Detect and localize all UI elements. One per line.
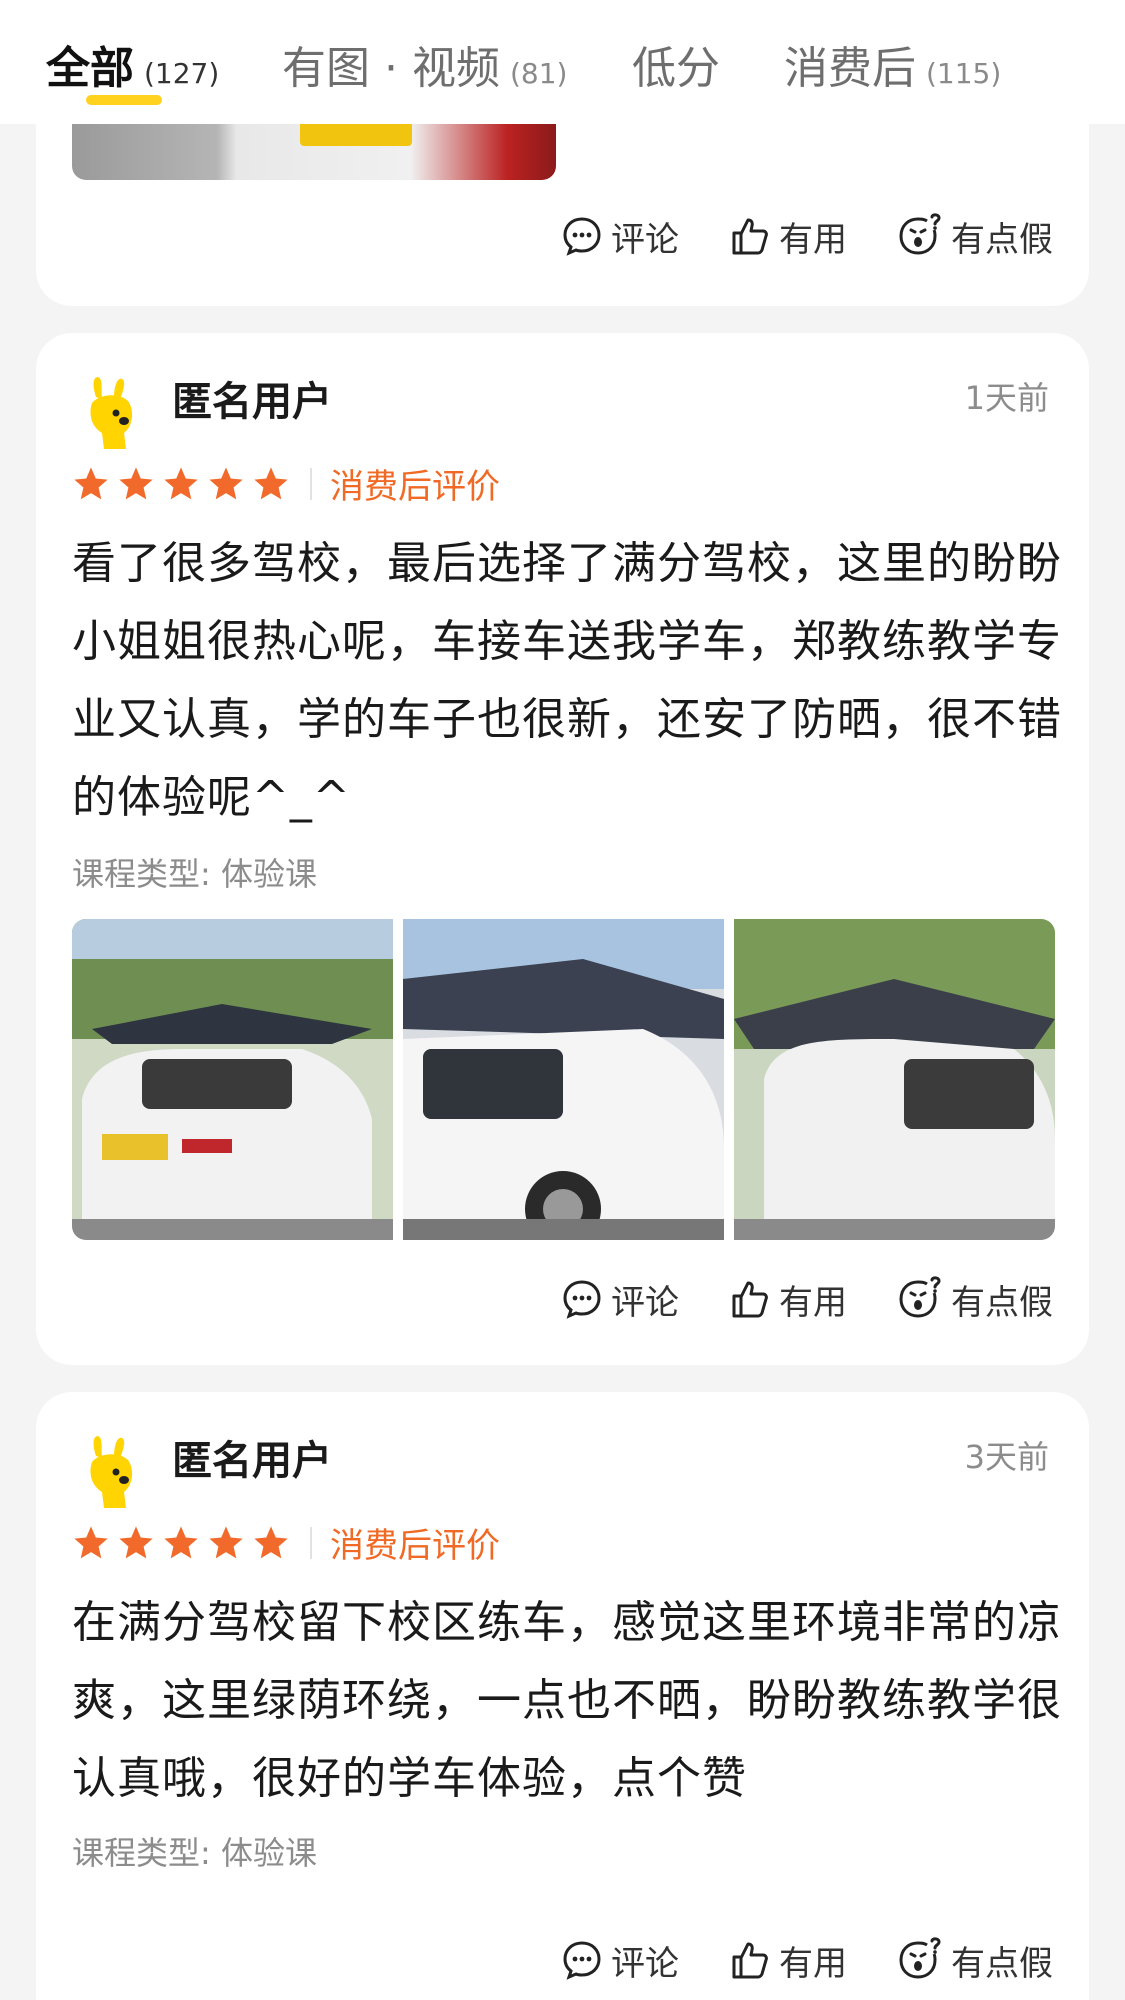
review-actions: 评论 有用 有点假 bbox=[561, 1930, 1053, 1990]
useful-label: 有用 bbox=[779, 1282, 847, 1323]
useful-button[interactable]: 有用 bbox=[729, 1936, 847, 1985]
review-photo[interactable] bbox=[72, 124, 556, 180]
useful-label: 有用 bbox=[779, 1943, 847, 1984]
active-tab-indicator bbox=[86, 95, 162, 105]
rating-row: 消费后评价 bbox=[72, 459, 500, 508]
course-type: 课程类型: 体验课 bbox=[72, 1834, 317, 1872]
comment-icon bbox=[563, 1280, 601, 1319]
tab-after-purchase-count: (115) bbox=[926, 57, 1002, 90]
rating-row: 消费后评价 bbox=[72, 1518, 500, 1567]
doubt-face-icon bbox=[899, 213, 941, 255]
car-photo bbox=[403, 919, 724, 1240]
review-photo[interactable] bbox=[72, 919, 393, 1240]
post-purchase-badge: 消费后评价 bbox=[330, 1526, 500, 1566]
star-icon bbox=[119, 1525, 153, 1558]
comment-icon bbox=[563, 1941, 601, 1980]
username[interactable]: 匿名用户 bbox=[172, 1428, 332, 1486]
star-rating bbox=[72, 465, 290, 503]
doubt-face-icon bbox=[899, 1937, 941, 1979]
car-photo bbox=[734, 919, 1055, 1240]
fake-button[interactable]: 有点假 bbox=[897, 212, 1053, 261]
star-icon bbox=[74, 466, 108, 499]
fake-button[interactable]: 有点假 bbox=[897, 1275, 1053, 1324]
comment-button[interactable]: 评论 bbox=[561, 1275, 679, 1324]
review-actions: 评论 有用 有点假 bbox=[561, 1269, 1053, 1329]
fake-button[interactable]: 有点假 bbox=[897, 1936, 1053, 1985]
fake-label: 有点假 bbox=[951, 219, 1053, 260]
fake-label: 有点假 bbox=[951, 1282, 1053, 1323]
divider bbox=[310, 467, 312, 500]
thumbs-up-icon bbox=[732, 1942, 768, 1979]
tab-with-media-label: 有图 · 视频 bbox=[282, 43, 500, 94]
avatar[interactable] bbox=[76, 1432, 150, 1512]
review-time: 3天前 bbox=[964, 1438, 1049, 1476]
review-photos bbox=[72, 919, 1055, 1240]
avatar[interactable] bbox=[76, 373, 150, 453]
review-photo[interactable] bbox=[734, 919, 1055, 1240]
star-icon bbox=[254, 1525, 288, 1558]
tab-after-purchase-label: 消费后 bbox=[784, 43, 916, 94]
fake-label: 有点假 bbox=[951, 1943, 1053, 1984]
divider bbox=[310, 1526, 312, 1559]
comment-button[interactable]: 评论 bbox=[561, 212, 679, 261]
post-purchase-badge: 消费后评价 bbox=[330, 467, 500, 507]
comment-icon bbox=[563, 217, 601, 256]
tab-with-media[interactable]: 有图 · 视频 (81) bbox=[282, 32, 567, 102]
thumbs-up-icon bbox=[732, 218, 768, 255]
review-text[interactable]: 在满分驾校留下校区练车，感觉这里环境非常的凉爽，这里绿荫环绕，一点也不晒，盼盼教… bbox=[72, 1584, 1062, 1818]
review-time: 1天前 bbox=[964, 379, 1049, 417]
star-icon bbox=[254, 466, 288, 499]
star-icon bbox=[164, 1525, 198, 1558]
comment-label: 评论 bbox=[611, 1943, 679, 1984]
username[interactable]: 匿名用户 bbox=[172, 369, 332, 427]
star-rating bbox=[72, 1524, 290, 1562]
review-text[interactable]: 看了很多驾校，最后选择了满分驾校，这里的盼盼小姐姐很热心呢，车接车送我学车，郑教… bbox=[72, 525, 1062, 837]
useful-button[interactable]: 有用 bbox=[729, 212, 847, 261]
doubt-face-icon bbox=[899, 1276, 941, 1318]
useful-button[interactable]: 有用 bbox=[729, 1275, 847, 1324]
thumbs-up-icon bbox=[732, 1281, 768, 1318]
review-actions: 评论 有用 有点假 bbox=[561, 206, 1053, 266]
review-photo[interactable] bbox=[403, 919, 724, 1240]
comment-button[interactable]: 评论 bbox=[561, 1936, 679, 1985]
star-icon bbox=[209, 1525, 243, 1558]
license-plate bbox=[300, 124, 412, 146]
tab-low-score[interactable]: 低分 bbox=[632, 32, 720, 102]
comment-label: 评论 bbox=[611, 1282, 679, 1323]
star-icon bbox=[119, 466, 153, 499]
tab-all-label: 全部 bbox=[46, 43, 134, 94]
star-icon bbox=[74, 1525, 108, 1558]
useful-label: 有用 bbox=[779, 219, 847, 260]
tab-after-purchase[interactable]: 消费后 (115) bbox=[784, 32, 1001, 102]
tab-low-score-label: 低分 bbox=[632, 43, 720, 94]
car-photo bbox=[72, 919, 393, 1240]
review-filter-tabs: 全部 (127) 有图 · 视频 (81) 低分 消费后 (115) bbox=[0, 0, 1125, 124]
tab-with-media-count: (81) bbox=[509, 57, 568, 90]
star-icon bbox=[164, 466, 198, 499]
star-icon bbox=[209, 466, 243, 499]
tab-all[interactable]: 全部 (127) bbox=[46, 32, 219, 102]
comment-label: 评论 bbox=[611, 219, 679, 260]
review-card: 匿名用户 3天前 消费后评价 在满分驾校留下校区练车，感觉这里环境非常的凉爽，这… bbox=[36, 1392, 1089, 2000]
review-card: 匿名用户 1天前 消费后评价 看了很多驾校，最后选择了满分驾校，这里的盼盼小姐姐… bbox=[36, 333, 1089, 1365]
course-type: 课程类型: 体验课 bbox=[72, 855, 317, 893]
tab-all-count: (127) bbox=[144, 57, 220, 90]
